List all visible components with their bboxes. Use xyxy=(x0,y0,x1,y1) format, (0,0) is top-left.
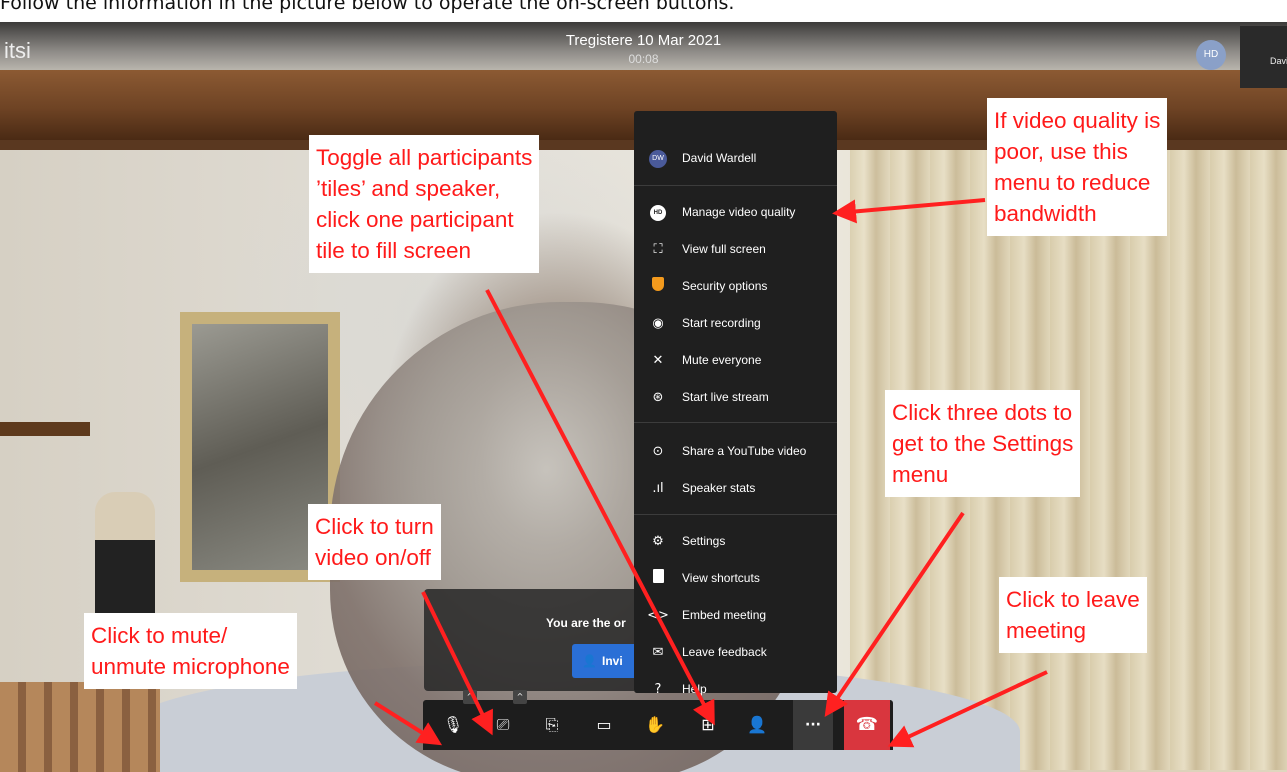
lonely-meeting-panel: You are the or 👤 Invi xyxy=(424,589,634,691)
menu-label: Manage video quality xyxy=(682,205,796,219)
menu-item-start-live-stream[interactable]: ⊛ Start live stream xyxy=(634,382,837,412)
menu-label: View full screen xyxy=(682,242,766,256)
menu-label: Settings xyxy=(682,534,726,548)
screen-share-icon[interactable]: ⎘ xyxy=(536,708,568,742)
menu-item-manage-video-quality[interactable]: HD Manage video quality xyxy=(634,197,837,227)
self-avatar[interactable]: HD xyxy=(1196,40,1226,70)
menu-item-settings[interactable]: ⚙ Settings xyxy=(634,526,837,556)
mute-everyone-icon: ✕ xyxy=(652,352,664,368)
menu-item-view-shortcuts[interactable]: View shortcuts xyxy=(634,563,837,593)
callout-settings: Click three dots to get to the Settings me… xyxy=(885,390,1081,497)
shelf xyxy=(0,422,90,436)
menu-label: Speaker stats xyxy=(682,481,756,495)
callout-video-quality: If video quality is poor, use this menu to… xyxy=(987,98,1168,236)
document-icon xyxy=(634,569,682,587)
menu-label: Embed meeting xyxy=(682,608,767,622)
menu-label: Start live stream xyxy=(682,390,769,404)
menu-item-start-recording[interactable]: ◉ Start recording xyxy=(634,308,837,338)
menu-label: Leave feedback xyxy=(682,645,767,659)
feedback-icon: ✉ xyxy=(652,644,664,660)
callout-microphone: Click to mute/unmute microphone xyxy=(84,613,297,689)
participant-thumbnail[interactable]: David xyxy=(1240,26,1287,88)
menu-label: View shortcuts xyxy=(682,571,760,585)
record-icon: ◉ xyxy=(652,315,664,331)
callout-tiles: Toggle all participants’tiles’ and speak… xyxy=(309,135,540,273)
user-avatar-icon: DW xyxy=(634,149,682,168)
menu-item-security-options[interactable]: Security options xyxy=(634,271,837,301)
meeting-title: Tregistere 10 Mar 2021 xyxy=(565,32,722,49)
invite-label: Invi xyxy=(602,654,623,668)
menu-divider xyxy=(634,422,837,423)
callout-leave: Click to leave meeting xyxy=(999,577,1147,653)
youtube-play-icon: ⊙ xyxy=(652,443,664,459)
menu-label: Help xyxy=(682,682,707,696)
camera-options-chevron-icon[interactable]: ^ xyxy=(513,690,527,704)
menu-label: Start recording xyxy=(682,316,761,330)
tile-view-icon[interactable]: ⊞ xyxy=(692,708,724,742)
invite-button[interactable]: 👤 Invi xyxy=(572,644,634,678)
menu-item-view-full-screen[interactable]: ⛶ View full screen xyxy=(634,234,837,264)
menu-divider xyxy=(634,514,837,515)
chair xyxy=(0,682,160,772)
menu-label: Mute everyone xyxy=(682,353,762,367)
menu-label: Security options xyxy=(682,279,768,293)
help-icon: ? xyxy=(654,681,662,697)
camera-icon[interactable]: ⎚ xyxy=(487,708,519,742)
chat-icon[interactable]: ▭ xyxy=(588,708,620,742)
gear-icon: ⚙ xyxy=(652,533,664,549)
instruction-text: Follow the information in the picture be… xyxy=(0,0,735,14)
add-person-icon: 👤 xyxy=(582,654,597,668)
menu-label: Share a YouTube video xyxy=(682,444,807,458)
shield-icon xyxy=(634,277,682,295)
menu-item-share-youtube[interactable]: ⊙ Share a YouTube video xyxy=(634,436,837,466)
mic-options-chevron-icon[interactable]: ^ xyxy=(463,690,477,704)
microphone-icon[interactable]: 🎙 xyxy=(437,708,469,742)
thumbnail-name: David xyxy=(1270,56,1287,66)
menu-user: DW David Wardell xyxy=(634,143,837,173)
meeting-timer: 00:08 xyxy=(628,52,659,66)
lonely-meeting-message: You are the or xyxy=(546,616,626,630)
invite-icon[interactable]: 👤 xyxy=(741,708,773,742)
menu-item-speaker-stats[interactable]: .ıl Speaker stats xyxy=(634,473,837,503)
embed-icon: <> xyxy=(647,607,669,623)
hd-icon: HD xyxy=(634,203,682,221)
stats-icon: .ıl xyxy=(652,480,664,496)
menu-item-leave-feedback[interactable]: ✉ Leave feedback xyxy=(634,637,837,667)
call-toolbar: 🎙 ^ ⎚ ^ ⎘ ▭ ✋ ⊞ 👤 ··· ☎ xyxy=(423,690,893,750)
more-dots-icon[interactable]: ··· xyxy=(793,700,833,750)
menu-divider xyxy=(634,185,837,186)
callout-video: Click to turn video on/off xyxy=(308,504,441,580)
hangup-icon[interactable]: ☎ xyxy=(844,700,890,750)
menu-item-embed-meeting[interactable]: <> Embed meeting xyxy=(634,600,837,630)
raise-hand-icon[interactable]: ✋ xyxy=(639,708,671,742)
fullscreen-icon: ⛶ xyxy=(653,241,663,257)
live-stream-icon: ⊛ xyxy=(652,389,664,405)
menu-user-name: David Wardell xyxy=(682,151,757,165)
more-actions-menu: DW David Wardell HD Manage video quality… xyxy=(634,111,837,697)
menu-item-mute-everyone[interactable]: ✕ Mute everyone xyxy=(634,345,837,375)
